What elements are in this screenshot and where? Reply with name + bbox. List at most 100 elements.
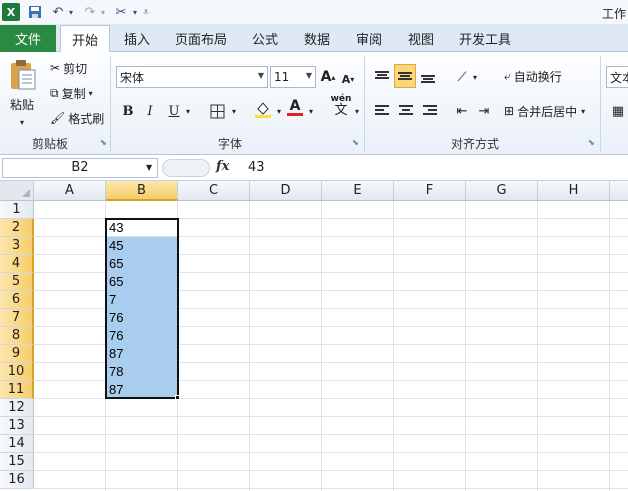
name-box-dropdown-icon[interactable]: ▼ — [146, 163, 152, 172]
format-painter-button[interactable]: 🖌 格式刷 — [50, 108, 104, 128]
cell-b10[interactable]: 78 — [106, 363, 178, 381]
column-header-d[interactable]: D — [250, 181, 322, 201]
bold-button[interactable]: B — [120, 100, 136, 122]
column-header-e[interactable]: E — [322, 181, 394, 201]
number-format-select[interactable]: 文本 — [606, 66, 628, 88]
cell-b3[interactable]: 45 — [106, 237, 178, 255]
cell-b4[interactable]: 65 — [106, 255, 178, 273]
undo-dropdown-icon[interactable]: ▾ — [66, 3, 76, 21]
column-header-h[interactable]: H — [538, 181, 610, 201]
font-color-dropdown-icon[interactable]: ▾ — [306, 100, 316, 122]
tab-data[interactable]: 数据 — [296, 25, 338, 52]
number-format-icon[interactable]: ▦ — [608, 100, 628, 122]
tools-icon[interactable]: ✂ — [112, 3, 130, 21]
fill-handle[interactable] — [175, 395, 180, 400]
cell-b2[interactable]: 43 — [106, 219, 178, 237]
borders-dropdown-icon[interactable]: ▾ — [229, 100, 239, 122]
tab-file[interactable]: 文件 — [0, 25, 56, 52]
insert-function-icon[interactable]: fx — [216, 159, 229, 174]
underline-button[interactable]: U — [166, 100, 182, 122]
cut-button[interactable]: ✂ 剪切 — [50, 58, 87, 78]
cell-b11[interactable]: 87 — [106, 381, 178, 399]
cell-b9[interactable]: 87 — [106, 345, 178, 363]
column-header-f[interactable]: F — [394, 181, 466, 201]
orientation-dropdown-icon[interactable]: ▾ — [470, 66, 480, 88]
row-header-6[interactable]: 6 — [0, 291, 34, 309]
row-header-3[interactable]: 3 — [0, 237, 34, 255]
tab-home[interactable]: 开始 — [60, 25, 110, 53]
phonetic-dropdown-icon[interactable]: ▾ — [352, 100, 362, 122]
copy-dropdown-icon[interactable]: ▾ — [89, 89, 93, 98]
tab-formulas[interactable]: 公式 — [244, 25, 286, 52]
customize-icon[interactable]: ⩡ — [140, 3, 152, 21]
tab-view[interactable]: 视图 — [400, 25, 442, 52]
copy-button[interactable]: ⧉ 复制 ▾ — [50, 83, 93, 103]
row-header-9[interactable]: 9 — [0, 345, 34, 363]
row-header-11[interactable]: 11 — [0, 381, 34, 399]
spreadsheet-grid[interactable]: A B C D E F G H 1 2 3 4 5 6 7 8 9 10 11 … — [0, 181, 628, 491]
merge-center-button[interactable]: ⊞ 合并后居中 ▾ — [504, 101, 585, 121]
clipboard-launcher-icon[interactable]: ⬊ — [100, 138, 107, 147]
align-left-icon[interactable] — [372, 100, 392, 122]
font-color-icon[interactable]: A — [286, 96, 304, 118]
align-bottom-icon[interactable] — [418, 66, 438, 88]
wrap-text-button[interactable]: ⤶ 自动换行 — [504, 66, 562, 86]
tab-insert[interactable]: 插入 — [116, 25, 158, 52]
column-header-g[interactable]: G — [466, 181, 538, 201]
row-header-8[interactable]: 8 — [0, 327, 34, 345]
column-header-b[interactable]: B — [106, 181, 178, 201]
shrink-font-button[interactable]: A ▾ — [340, 68, 356, 90]
cell-b8[interactable]: 76 — [106, 327, 178, 345]
align-top-icon[interactable] — [372, 66, 392, 88]
italic-button[interactable]: I — [142, 100, 158, 122]
redo-icon[interactable]: ↷ — [82, 3, 98, 21]
row-header-14[interactable]: 14 — [0, 435, 34, 453]
paste-dropdown-icon[interactable]: ▾ — [20, 112, 24, 132]
fill-color-dropdown-icon[interactable]: ▾ — [274, 100, 284, 122]
redo-dropdown-icon[interactable]: ▾ — [98, 3, 108, 21]
select-all-corner[interactable] — [0, 181, 34, 201]
row-header-10[interactable]: 10 — [0, 363, 34, 381]
tools-dropdown-icon[interactable]: ▾ — [130, 3, 140, 21]
column-header-c[interactable]: C — [178, 181, 250, 201]
row-header-16[interactable]: 16 — [0, 471, 34, 489]
row-header-5[interactable]: 5 — [0, 273, 34, 291]
row-header-12[interactable]: 12 — [0, 399, 34, 417]
column-header-a[interactable]: A — [34, 181, 106, 201]
formula-input[interactable]: 43 — [248, 160, 265, 175]
decrease-indent-icon[interactable]: ⇤ — [452, 100, 472, 122]
fill-color-icon[interactable] — [252, 98, 274, 120]
cell-b5[interactable]: 65 — [106, 273, 178, 291]
tab-review[interactable]: 审阅 — [348, 25, 390, 52]
alignment-launcher-icon[interactable]: ⬊ — [588, 138, 595, 147]
underline-dropdown-icon[interactable]: ▾ — [183, 100, 193, 122]
row-header-4[interactable]: 4 — [0, 255, 34, 273]
borders-icon[interactable] — [206, 100, 228, 122]
merge-dropdown-icon[interactable]: ▾ — [581, 107, 585, 116]
row-header-15[interactable]: 15 — [0, 453, 34, 471]
undo-icon[interactable]: ↶ — [50, 3, 66, 21]
cell-b7[interactable]: 76 — [106, 309, 178, 327]
font-launcher-icon[interactable]: ⬊ — [352, 138, 359, 147]
row-header-13[interactable]: 13 — [0, 417, 34, 435]
save-icon[interactable] — [26, 3, 44, 21]
tab-page-layout[interactable]: 页面布局 — [170, 25, 232, 52]
row-header-7[interactable]: 7 — [0, 309, 34, 327]
increase-indent-icon[interactable]: ⇥ — [474, 100, 494, 122]
excel-icon[interactable]: X — [2, 3, 20, 21]
font-name-select[interactable]: 宋体 ▼ — [116, 66, 268, 88]
row-header-1[interactable]: 1 — [0, 201, 34, 219]
cell-b6[interactable]: 7 — [106, 291, 178, 309]
orientation-icon[interactable]: ⟋ — [452, 66, 472, 88]
paste-button[interactable]: 粘贴 — [10, 94, 34, 114]
paste-icon[interactable] — [6, 58, 40, 92]
tab-developer[interactable]: 开发工具 — [452, 25, 518, 52]
column-header-i[interactable] — [610, 181, 628, 201]
row-header-2[interactable]: 2 — [0, 219, 34, 237]
grow-font-button[interactable]: A ▴ — [320, 66, 336, 88]
align-middle-icon[interactable] — [394, 64, 416, 88]
font-size-select[interactable]: 11 ▼ — [270, 66, 316, 88]
align-right-icon[interactable] — [420, 100, 440, 122]
name-box[interactable]: B2 — [2, 158, 158, 178]
align-center-icon[interactable] — [396, 100, 416, 122]
